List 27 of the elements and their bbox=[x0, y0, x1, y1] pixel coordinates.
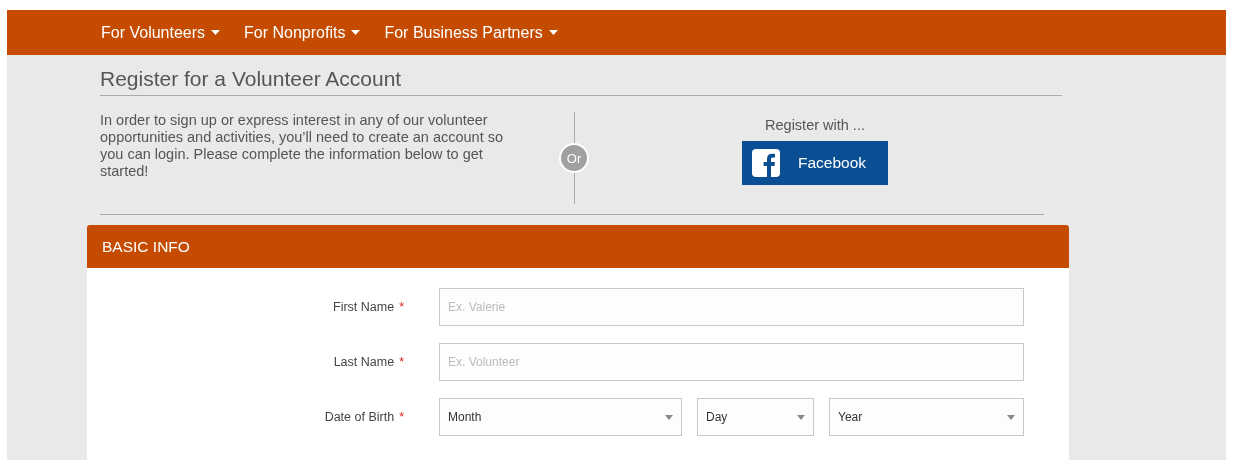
facebook-button[interactable]: Facebook bbox=[742, 141, 888, 185]
nav-menu-item[interactable]: For Business Partners bbox=[384, 23, 558, 42]
dropdown-field[interactable]: Day bbox=[697, 398, 814, 436]
caret-icon bbox=[797, 414, 805, 420]
facebook-icon bbox=[752, 149, 780, 177]
caret-icon bbox=[1007, 414, 1015, 420]
caret-icon bbox=[665, 414, 673, 420]
section-header: BASIC INFO bbox=[87, 225, 1069, 268]
nav-menu-item[interactable]: For Volunteers bbox=[101, 23, 221, 42]
text-field[interactable]: Ex. Valerie bbox=[439, 288, 1024, 326]
field-label: First Name * bbox=[332, 300, 404, 314]
required-mark: * bbox=[399, 300, 404, 314]
nav-menu-item[interactable]: For Nonprofits bbox=[244, 23, 361, 42]
text-field[interactable]: Ex. Volunteer bbox=[439, 343, 1024, 381]
dropdown-field[interactable]: Month bbox=[439, 398, 682, 436]
intro-text: In order to sign up or express interest in any of our volunteer opportunities and activities, you’ll need to create an account so you can login. Please complete the information below to get started! bbox=[100, 112, 505, 181]
register-with-label: Register with ... bbox=[765, 117, 865, 133]
caret-icon bbox=[211, 30, 221, 35]
page-title: Register for a Volunteer Account bbox=[100, 55, 1062, 96]
field-label: Last Name * bbox=[332, 355, 404, 369]
required-mark: * bbox=[399, 355, 404, 369]
required-mark: * bbox=[399, 410, 404, 424]
dropdown-field[interactable]: Year bbox=[829, 398, 1024, 436]
or-divider-badge: Or bbox=[559, 143, 589, 173]
field-label: Date of Birth * bbox=[323, 410, 404, 424]
caret-icon bbox=[548, 30, 558, 35]
caret-icon bbox=[351, 30, 361, 35]
